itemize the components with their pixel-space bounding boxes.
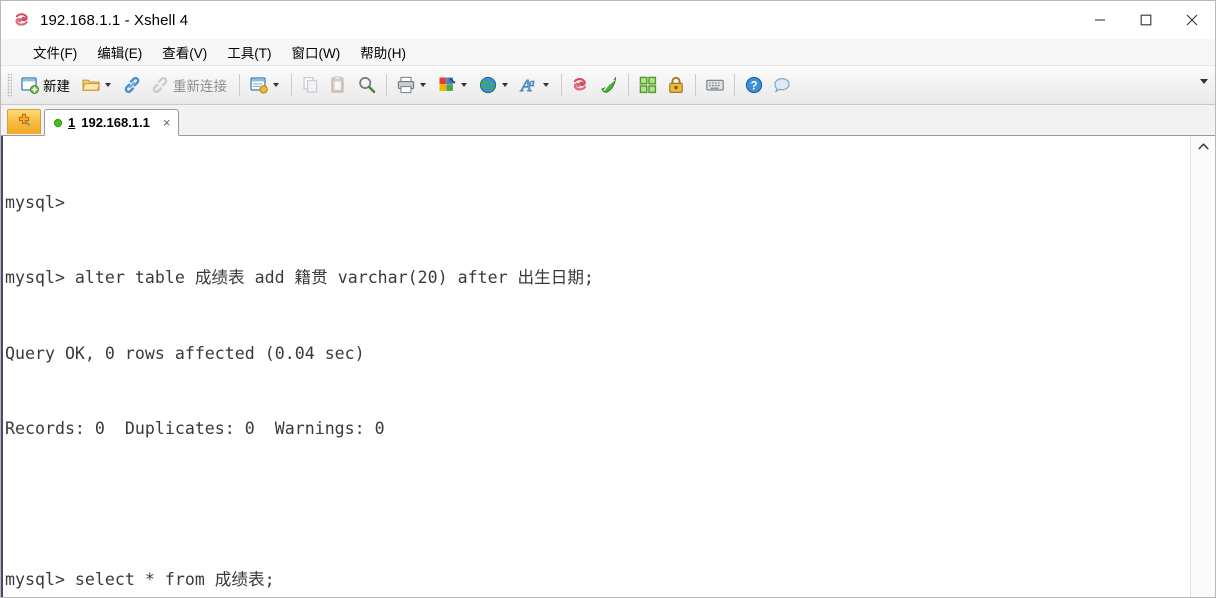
window-controls xyxy=(1077,1,1215,39)
svg-text:a: a xyxy=(529,77,535,89)
terminal-line: Records: 0 Duplicates: 0 Warnings: 0 xyxy=(5,419,385,439)
terminal-scrollbar[interactable] xyxy=(1190,136,1215,597)
terminal-line: mysql> select * from 成绩表; xyxy=(5,569,275,589)
lock-icon xyxy=(666,75,686,95)
tab-index: 1 xyxy=(68,115,76,130)
keyboard-icon xyxy=(705,75,725,95)
chevron-down-icon[interactable] xyxy=(461,83,467,87)
toolbar-separator-5 xyxy=(628,74,629,96)
maximize-button[interactable] xyxy=(1123,1,1169,39)
scroll-up-arrow-icon[interactable] xyxy=(1191,136,1215,156)
chevron-down-icon[interactable] xyxy=(543,83,549,87)
disconnect-icon xyxy=(150,75,170,95)
chat-button[interactable] xyxy=(768,70,796,100)
paste-icon xyxy=(329,75,349,95)
copy-button xyxy=(297,70,325,100)
chevron-down-icon[interactable] xyxy=(273,83,279,87)
xshell-logo-icon xyxy=(13,11,31,29)
chat-icon xyxy=(772,75,792,95)
globe-button[interactable] xyxy=(474,70,515,100)
terminal-line: Query OK, 0 rows affected (0.04 sec) xyxy=(5,343,365,363)
print-button[interactable] xyxy=(392,70,433,100)
title-bar: 192.168.1.1 - Xshell 4 xyxy=(1,1,1215,39)
print-icon xyxy=(396,75,416,95)
find-icon xyxy=(357,75,377,95)
open-folder-icon xyxy=(81,75,101,95)
session-tab-1[interactable]: 1 192.168.1.1 × xyxy=(44,109,179,136)
connect-button[interactable] xyxy=(118,70,146,100)
new-session-label: 新建 xyxy=(43,79,70,94)
tab-title: 192.168.1.1 xyxy=(81,115,150,130)
toolbar-separator-3 xyxy=(386,74,387,96)
help-button[interactable]: ? xyxy=(740,70,768,100)
help-icon: ? xyxy=(744,75,764,95)
window-title: 192.168.1.1 - Xshell 4 xyxy=(40,11,189,29)
font-icon: A a xyxy=(519,75,539,95)
find-button[interactable] xyxy=(353,70,381,100)
toolbar-separator-4 xyxy=(561,74,562,96)
menu-window[interactable]: 窗口(W) xyxy=(282,39,351,65)
minimize-button[interactable] xyxy=(1077,1,1123,39)
chevron-down-icon[interactable] xyxy=(105,83,111,87)
xftp-icon xyxy=(599,75,619,95)
close-button[interactable] xyxy=(1169,1,1215,39)
title-bar-left: 192.168.1.1 - Xshell 4 xyxy=(1,11,188,29)
open-folder-button[interactable] xyxy=(77,70,118,100)
arrange-button[interactable] xyxy=(634,70,662,100)
paste-button xyxy=(325,70,353,100)
xshell-window: 192.168.1.1 - Xshell 4 文件(F) 编辑(E) 查看(V)… xyxy=(0,0,1216,598)
menu-file[interactable]: 文件(F) xyxy=(23,39,87,65)
menu-view[interactable]: 查看(V) xyxy=(152,39,217,65)
copy-icon xyxy=(301,75,321,95)
properties-icon xyxy=(249,75,269,95)
menu-edit[interactable]: 编辑(E) xyxy=(87,39,152,65)
xshell-icon xyxy=(571,75,591,95)
toolbar: 新建 重新连接 A a ? xyxy=(1,66,1215,105)
menu-help[interactable]: 帮助(H) xyxy=(350,39,416,65)
menu-bar: 文件(F) 编辑(E) 查看(V) 工具(T) 窗口(W) 帮助(H) xyxy=(1,39,1215,66)
chevron-down-icon[interactable] xyxy=(502,83,508,87)
disconnect-button: 重新连接 xyxy=(146,70,234,100)
lock-button[interactable] xyxy=(662,70,690,100)
toolbar-separator-7 xyxy=(734,74,735,96)
svg-text:?: ? xyxy=(750,81,757,93)
terminal-area: mysql> mysql> alter table 成绩表 add 籍贯 var… xyxy=(1,136,1215,597)
terminal-output: mysql> mysql> alter table 成绩表 add 籍贯 var… xyxy=(3,140,1190,597)
menu-tools[interactable]: 工具(T) xyxy=(217,39,281,65)
new-tab-icon xyxy=(16,112,32,133)
globe-icon xyxy=(478,75,498,95)
connected-dot-icon xyxy=(54,118,62,127)
new-session-button[interactable]: 新建 xyxy=(16,70,77,100)
xftp-button[interactable] xyxy=(595,70,623,100)
xshell-button[interactable] xyxy=(567,70,595,100)
chevron-down-icon[interactable] xyxy=(420,83,426,87)
toolbar-separator-6 xyxy=(695,74,696,96)
properties-button[interactable] xyxy=(245,70,286,100)
toolbar-overflow-icon[interactable] xyxy=(1200,79,1208,84)
scrollbar-track[interactable] xyxy=(1191,156,1215,597)
arrange-icon xyxy=(638,75,658,95)
terminal-line: mysql> xyxy=(5,193,65,213)
tab-close-icon[interactable]: × xyxy=(163,116,171,129)
toolbar-separator-1 xyxy=(239,74,240,96)
new-tab-button[interactable] xyxy=(7,109,41,134)
font-button[interactable]: A a xyxy=(515,70,556,100)
terminal-screen[interactable]: mysql> mysql> alter table 成绩表 add 籍贯 var… xyxy=(1,136,1190,597)
new-session-icon xyxy=(20,75,40,95)
toolbar-grip[interactable] xyxy=(7,73,12,97)
reconnect-label: 重新连接 xyxy=(173,79,227,94)
tab-strip: 1 192.168.1.1 × xyxy=(1,105,1215,136)
terminal-line: mysql> alter table 成绩表 add 籍贯 varchar(20… xyxy=(5,268,594,288)
keyboard-button[interactable] xyxy=(701,70,729,100)
toolbar-separator-2 xyxy=(291,74,292,96)
color-scheme-button[interactable] xyxy=(433,70,474,100)
connect-icon xyxy=(122,75,142,95)
color-scheme-icon xyxy=(437,75,457,95)
